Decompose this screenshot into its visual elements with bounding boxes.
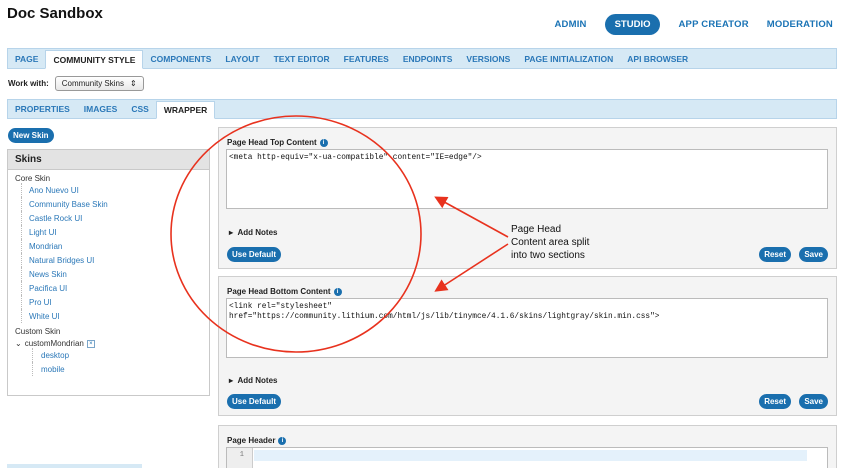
sidebar-footer-bar	[7, 464, 142, 468]
info-icon[interactable]: i	[278, 436, 287, 445]
line-number-gutter: 1	[227, 448, 253, 468]
tab-text-editor[interactable]: TEXT EDITOR	[267, 49, 337, 68]
info-icon[interactable]: i	[333, 287, 342, 296]
reset-button[interactable]: Reset	[759, 247, 791, 262]
chevron-down-icon[interactable]: ⌄	[15, 339, 22, 348]
new-skin-button[interactable]: New Skin	[8, 128, 54, 143]
skins-header: Skins	[8, 150, 209, 170]
page-head-bottom-label-text: Page Head Bottom Content	[227, 287, 331, 296]
tab-components[interactable]: COMPONENTS	[143, 49, 218, 68]
skins-panel: Skins Core Skin Ano Nuevo UI Community B…	[7, 149, 210, 396]
core-skin-group: Core Skin	[15, 174, 51, 183]
screen: Doc Sandbox ADMIN STUDIO APP CREATOR MOD…	[0, 0, 853, 468]
skin-item[interactable]: Light UI	[21, 225, 209, 239]
page-header-label-text: Page Header	[227, 436, 276, 445]
annotation-line-2: Content area split	[511, 237, 590, 248]
add-notes-toggle[interactable]: ▸ Add Notes	[229, 228, 277, 237]
tab-images[interactable]: IMAGES	[77, 100, 125, 118]
tab-properties[interactable]: PROPERTIES	[8, 100, 77, 118]
current-line-highlight	[254, 450, 807, 461]
triangle-right-icon: ▸	[229, 376, 234, 385]
save-button[interactable]: Save	[799, 394, 828, 409]
skin-item[interactable]: Community Base Skin	[21, 197, 209, 211]
work-with-select[interactable]: Community Skins ⇕	[54, 76, 144, 91]
add-notes-toggle[interactable]: ▸ Add Notes	[229, 376, 277, 385]
custom-skin-child[interactable]: mobile	[32, 362, 209, 376]
remove-icon[interactable]: ×	[86, 339, 95, 348]
custom-skin-group: Custom Skin	[15, 327, 61, 336]
triangle-right-icon: ▸	[229, 228, 234, 237]
page-head-bottom-label: Page Head Bottom Content i	[227, 287, 342, 296]
tab-features[interactable]: FEATURES	[337, 49, 396, 68]
use-default-button[interactable]: Use Default	[227, 247, 282, 262]
annotation-line-1: Page Head	[511, 224, 562, 235]
tab-versions[interactable]: VERSIONS	[459, 49, 517, 68]
nav-app-creator[interactable]: APP CREATOR	[678, 19, 748, 30]
skin-item[interactable]: Mondrian	[21, 239, 209, 253]
skin-item[interactable]: Pacifica UI	[21, 281, 209, 295]
select-arrows-icon: ⇕	[130, 79, 137, 88]
tab-community-style[interactable]: COMMUNITY STYLE	[45, 50, 144, 69]
page-title: Doc Sandbox	[7, 5, 103, 22]
save-button[interactable]: Save	[799, 247, 828, 262]
skin-item[interactable]: Castle Rock UI	[21, 211, 209, 225]
reset-button[interactable]: Reset	[759, 394, 791, 409]
custom-skin-node[interactable]: ⌄ customMondrian ×	[8, 336, 209, 348]
skin-item[interactable]: News Skin	[21, 267, 209, 281]
sub-tab-bar: PROPERTIES IMAGES CSS WRAPPER	[7, 99, 837, 119]
custom-skin-child[interactable]: desktop	[32, 348, 209, 362]
page-header-label: Page Header i	[227, 436, 287, 445]
info-icon[interactable]: i	[319, 138, 328, 147]
annotation-callout: Page Head Content area split into two se…	[511, 223, 621, 262]
add-notes-label: Add Notes	[237, 228, 278, 237]
skin-item[interactable]: White UI	[21, 309, 209, 323]
top-navigation: ADMIN STUDIO APP CREATOR MODERATION	[554, 14, 833, 35]
page-head-bottom-editor[interactable]: <link rel="stylesheet" href="https://com…	[226, 298, 828, 358]
tab-page-initialization[interactable]: PAGE INITIALIZATION	[517, 49, 620, 68]
work-with-label: Work with:	[8, 79, 49, 88]
tab-page[interactable]: PAGE	[8, 49, 45, 68]
work-with-value: Community Skins	[61, 79, 124, 88]
page-head-top-editor[interactable]: <meta http-equiv="x-ua-compatible" conte…	[226, 149, 828, 209]
custom-skin-name: customMondrian	[24, 339, 84, 348]
tab-wrapper[interactable]: WRAPPER	[155, 101, 216, 119]
nav-admin[interactable]: ADMIN	[554, 19, 586, 30]
skin-item[interactable]: Pro UI	[21, 295, 209, 309]
page-head-bottom-panel: Page Head Bottom Content i <link rel="st…	[218, 276, 837, 416]
work-with-control: Work with: Community Skins ⇕	[8, 76, 144, 91]
page-header-panel: Page Header i 1	[218, 425, 837, 468]
skin-item[interactable]: Ano Nuevo UI	[21, 183, 209, 197]
tab-endpoints[interactable]: ENDPOINTS	[396, 49, 460, 68]
nav-studio[interactable]: STUDIO	[604, 14, 661, 35]
tab-api-browser[interactable]: API BROWSER	[620, 49, 695, 68]
add-notes-label: Add Notes	[237, 376, 278, 385]
main-tab-bar: PAGE COMMUNITY STYLE COMPONENTS LAYOUT T…	[7, 48, 837, 69]
use-default-button[interactable]: Use Default	[227, 394, 282, 409]
tab-layout[interactable]: LAYOUT	[218, 49, 266, 68]
nav-moderation[interactable]: MODERATION	[767, 19, 833, 30]
page-head-top-label-text: Page Head Top Content	[227, 138, 317, 147]
tab-css[interactable]: CSS	[124, 100, 155, 118]
page-header-editor[interactable]: 1	[226, 447, 828, 468]
annotation-line-3: into two sections	[511, 250, 585, 261]
skin-item[interactable]: Natural Bridges UI	[21, 253, 209, 267]
page-head-top-label: Page Head Top Content i	[227, 138, 328, 147]
